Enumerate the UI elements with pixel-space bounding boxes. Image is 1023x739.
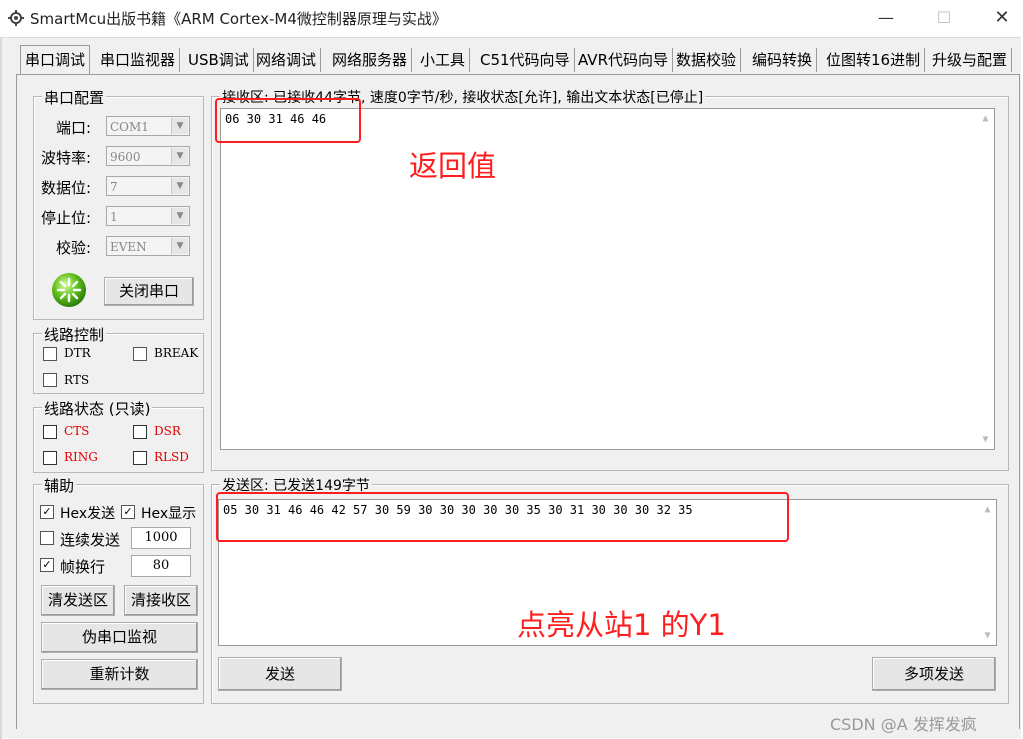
- light-y1-annotation: 点亮从站1 的Y1: [517, 608, 726, 642]
- hex-display-checkbox[interactable]: ✓: [121, 505, 135, 519]
- databits-label: 数据位:: [41, 179, 92, 197]
- scroll-up-icon[interactable]: ▲: [979, 504, 996, 515]
- tab-encoding[interactable]: 编码转换: [748, 48, 818, 72]
- recount-button[interactable]: 重新计数: [41, 659, 198, 690]
- tab-network-debug[interactable]: 网络调试: [252, 48, 322, 72]
- close-port-button[interactable]: 关闭串口: [104, 277, 194, 306]
- minimize-icon[interactable]: —: [866, 4, 906, 32]
- port-select[interactable]: COM1 ▼: [106, 116, 190, 136]
- chevron-down-icon: ▼: [171, 148, 188, 164]
- maximize-icon[interactable]: ☐: [924, 4, 964, 32]
- rlsd-label: RLSD: [154, 450, 189, 464]
- line-status-title: 线路状态 (只读): [42, 398, 153, 419]
- fake-monitor-button[interactable]: 伪串口监视: [41, 622, 198, 653]
- serial-config-title: 串口配置: [42, 87, 107, 108]
- port-label: 端口:: [56, 119, 92, 137]
- tab-bitmap-hex[interactable]: 位图转16进制: [822, 48, 926, 72]
- cts-checkbox: [43, 425, 57, 439]
- interval-input[interactable]: 1000: [131, 527, 191, 549]
- dtr-checkbox[interactable]: [43, 347, 57, 361]
- break-checkbox[interactable]: [133, 347, 147, 361]
- watermark: CSDN @A 发挥发疯: [830, 715, 977, 734]
- tab-data-checksum[interactable]: 数据校验: [672, 48, 742, 72]
- parity-value: EVEN: [110, 240, 147, 254]
- baud-select[interactable]: 9600 ▼: [106, 146, 190, 166]
- scroll-down-icon[interactable]: ▼: [979, 630, 996, 641]
- rlsd-checkbox: [133, 451, 147, 465]
- rts-checkbox[interactable]: [43, 373, 57, 387]
- chevron-down-icon: ▼: [171, 208, 188, 224]
- receive-scrollbar[interactable]: ▲ ▼: [977, 109, 994, 449]
- tab-bar: 串口调试 串口监视器 USB调试 网络调试 网络服务器 小工具 C51代码向导 …: [16, 45, 1016, 74]
- hex-send-label: Hex发送: [60, 506, 116, 522]
- dtr-label: DTR: [64, 346, 91, 360]
- clear-receive-button[interactable]: 清接收区: [124, 585, 198, 616]
- tab-c51-wizard[interactable]: C51代码向导: [476, 48, 575, 72]
- tab-serial-debug[interactable]: 串口调试: [20, 45, 91, 74]
- send-highlight-box: [216, 492, 789, 542]
- hex-send-checkbox[interactable]: ✓: [40, 505, 54, 519]
- clear-send-button[interactable]: 清发送区: [41, 585, 115, 616]
- port-status-icon: [52, 273, 86, 307]
- app-gear-icon: [8, 10, 24, 26]
- databits-value: 7: [110, 180, 118, 194]
- scroll-up-icon[interactable]: ▲: [977, 113, 994, 124]
- cts-label: CTS: [64, 424, 90, 438]
- send-scrollbar[interactable]: ▲ ▼: [979, 500, 996, 645]
- assist-title: 辅助: [42, 475, 77, 496]
- dsr-checkbox: [133, 425, 147, 439]
- chevron-down-icon: ▼: [171, 238, 188, 254]
- chevron-down-icon: ▼: [171, 118, 188, 134]
- parity-select[interactable]: EVEN ▼: [106, 236, 190, 256]
- baud-label: 波特率:: [41, 149, 92, 167]
- tab-usb-debug[interactable]: USB调试: [184, 48, 254, 72]
- tab-small-tools[interactable]: 小工具: [416, 48, 471, 72]
- receive-textarea[interactable]: 06 30 31 46 46 ▲ ▼: [220, 108, 995, 450]
- stopbits-label: 停止位:: [41, 209, 92, 227]
- ring-label: RING: [64, 450, 98, 464]
- parity-label: 校验:: [56, 239, 92, 257]
- hex-display-label: Hex显示: [141, 506, 197, 522]
- ring-checkbox: [43, 451, 57, 465]
- continuous-send-label: 连续发送: [60, 531, 121, 549]
- baud-value: 9600: [110, 150, 141, 164]
- tab-serial-monitor[interactable]: 串口监视器: [96, 48, 181, 72]
- stopbits-select[interactable]: 1 ▼: [106, 206, 190, 226]
- frame-newline-label: 帧换行: [60, 558, 106, 576]
- port-value: COM1: [110, 120, 149, 134]
- stopbits-value: 1: [110, 210, 118, 224]
- continuous-send-checkbox[interactable]: [40, 531, 54, 545]
- tab-avr-wizard[interactable]: AVR代码向导: [574, 48, 673, 72]
- dsr-label: DSR: [154, 424, 181, 438]
- tab-upgrade-config[interactable]: 升级与配置: [928, 48, 1013, 72]
- return-value-annotation: 返回值: [409, 149, 497, 183]
- rts-label: RTS: [64, 373, 90, 387]
- close-icon[interactable]: ✕: [982, 4, 1022, 32]
- chevron-down-icon: ▼: [171, 178, 188, 194]
- break-label: BREAK: [154, 346, 199, 360]
- scroll-down-icon[interactable]: ▼: [977, 434, 994, 445]
- frame-newline-checkbox[interactable]: ✓: [40, 558, 54, 572]
- window-title: SmartMcu出版书籍《ARM Cortex-M4微控制器原理与实战》: [30, 10, 447, 28]
- frame-length-input[interactable]: 80: [131, 555, 191, 577]
- databits-select[interactable]: 7 ▼: [106, 176, 190, 196]
- line-control-group: 线路控制: [33, 324, 204, 394]
- multi-send-button[interactable]: 多项发送: [872, 657, 996, 691]
- send-button[interactable]: 发送: [218, 657, 342, 691]
- line-control-title: 线路控制: [42, 324, 107, 345]
- receive-highlight-box: [215, 98, 361, 143]
- tab-network-server[interactable]: 网络服务器: [328, 48, 413, 72]
